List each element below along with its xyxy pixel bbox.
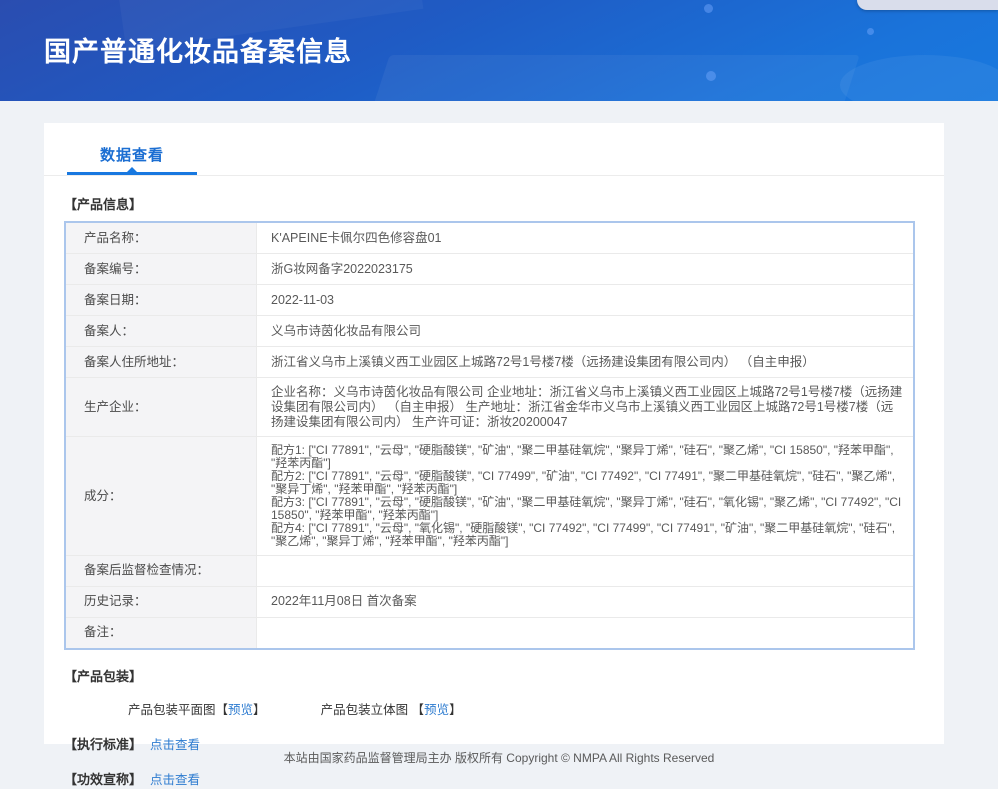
row-label: 备案人住所地址： <box>66 347 257 377</box>
row-value: 浙G妆网备字2022023175 <box>271 261 413 276</box>
bracket: 【 <box>411 702 425 717</box>
product-info-table: 产品名称： K'APEINE卡佩尔四色修容盘01 备案编号： 浙G妆网备字202202… <box>64 221 915 650</box>
efficacy-label: 【功效宣称】 <box>64 771 143 787</box>
row-value: K'APEINE卡佩尔四色修容盘01 <box>271 230 442 245</box>
ingredient-formula-line: 配方2: ["CI 77891", "云母", "硬脂酸镁", "CI 7749… <box>271 469 896 496</box>
ingredient-formula-line: 配方3: ["CI 77891", "云母", "硬脂酸镁", "矿油", "聚… <box>271 494 902 522</box>
row-label: 产品名称： <box>66 223 257 253</box>
header-decorative-dot <box>867 28 874 35</box>
row-label: 生产企业： <box>66 378 257 437</box>
table-row: 备案人： 义乌市诗茵化妆品有限公司 <box>66 316 913 347</box>
content-card: 数据查看 【产品信息】 产品名称： K'APEINE卡佩尔四色修容盘01 备案编号：… <box>44 123 944 787</box>
table-row: 备案人住所地址： 浙江省义乌市上溪镇义西工业园区上城路72号1号楼7楼（远扬建设集… <box>66 347 913 378</box>
row-value: 义乌市诗茵化妆品有限公司 <box>271 323 422 338</box>
section-title-packaging: 【产品包装】 <box>64 668 143 684</box>
row-label: 历史记录： <box>66 586 257 617</box>
packaging-flat-label: 产品包装平面图 <box>128 702 216 717</box>
header-decorative-polygon <box>370 55 860 101</box>
table-row: 备注： <box>66 617 913 648</box>
packaging-previews: 产品包装平面图【预览】 产品包装立体图 【预览】 <box>128 699 944 718</box>
section-title-product-info: 【产品信息】 <box>64 197 143 212</box>
table-row: 成分： 配方1: ["CI 77891", "云母", "硬脂酸镁", "矿油",… <box>66 437 913 556</box>
tab-active-underline <box>67 167 197 175</box>
row-label: 备案编号： <box>66 254 257 284</box>
bracket: 【 <box>215 702 229 717</box>
packaging-stereo-label: 产品包装立体图 <box>320 702 412 717</box>
table-row: 历史记录： 2022年11月08日 首次备案 <box>66 586 913 618</box>
row-value: 企业名称：义乌市诗茵化妆品有限公司 企业地址：浙江省义乌市上溪镇义西工业园区上城… <box>271 385 903 429</box>
row-label: 成分： <box>66 437 257 555</box>
row-value: 2022年11月08日 首次备案 <box>271 594 417 609</box>
header-decorative-blob <box>840 55 998 101</box>
row-value: 浙江省义乌市上溪镇义西工业园区上城路72号1号楼7楼（远扬建设集团有限公司内） … <box>271 354 815 369</box>
header-decorative-dot <box>704 4 713 13</box>
bracket: 】 <box>449 702 462 717</box>
row-label: 备案后监督检查情况： <box>66 555 257 586</box>
bracket: 】 <box>253 702 266 717</box>
row-label: 备注： <box>66 617 257 648</box>
table-row: 备案后监督检查情况： <box>66 555 913 587</box>
packaging-flat-group: 产品包装平面图【预览】 <box>128 703 266 717</box>
tab-bar: 数据查看 <box>44 123 944 176</box>
ingredient-formula-line: 配方4: ["CI 77891", "云母", "氧化锡", "硬脂酸镁", "… <box>271 520 896 548</box>
tab-data-view[interactable]: 数据查看 <box>100 144 164 165</box>
ingredient-formula-line: 配方1: ["CI 77891", "云母", "硬脂酸镁", "矿油", "聚… <box>271 443 894 471</box>
page-title: 国产普通化妆品备案信息 <box>44 37 352 67</box>
row-value <box>257 618 913 648</box>
header-decorative-dot <box>706 71 716 81</box>
efficacy-row: 【功效宣称】 点击查看 <box>64 769 944 788</box>
packaging-flat-preview-link[interactable]: 预览 <box>228 703 253 717</box>
footer-copyright: 本站由国家药品监督管理局主办 版权所有 Copyright © NMPA All… <box>283 751 715 765</box>
row-label: 备案日期： <box>66 285 257 315</box>
top-right-light-bar <box>857 0 998 10</box>
packaging-stereo-preview-link[interactable]: 预览 <box>424 703 449 717</box>
page-header: 国产普通化妆品备案信息 <box>0 0 998 101</box>
table-row: 生产企业： 企业名称：义乌市诗茵化妆品有限公司 企业地址：浙江省义乌市上溪镇义西工… <box>66 378 913 438</box>
row-value: 2022-11-03 <box>271 292 335 307</box>
table-row: 产品名称： K'APEINE卡佩尔四色修容盘01 <box>66 223 913 254</box>
row-value: 配方1: ["CI 77891", "云母", "硬脂酸镁", "矿油", "聚… <box>257 437 913 554</box>
efficacy-view-link[interactable]: 点击查看 <box>150 773 200 787</box>
row-label: 备案人： <box>66 316 257 346</box>
table-row: 备案日期： 2022-11-03 <box>66 285 913 316</box>
row-value <box>257 556 913 586</box>
packaging-stereo-group: 产品包装立体图 【预览】 <box>321 703 462 717</box>
table-row: 备案编号： 浙G妆网备字2022023175 <box>66 254 913 285</box>
